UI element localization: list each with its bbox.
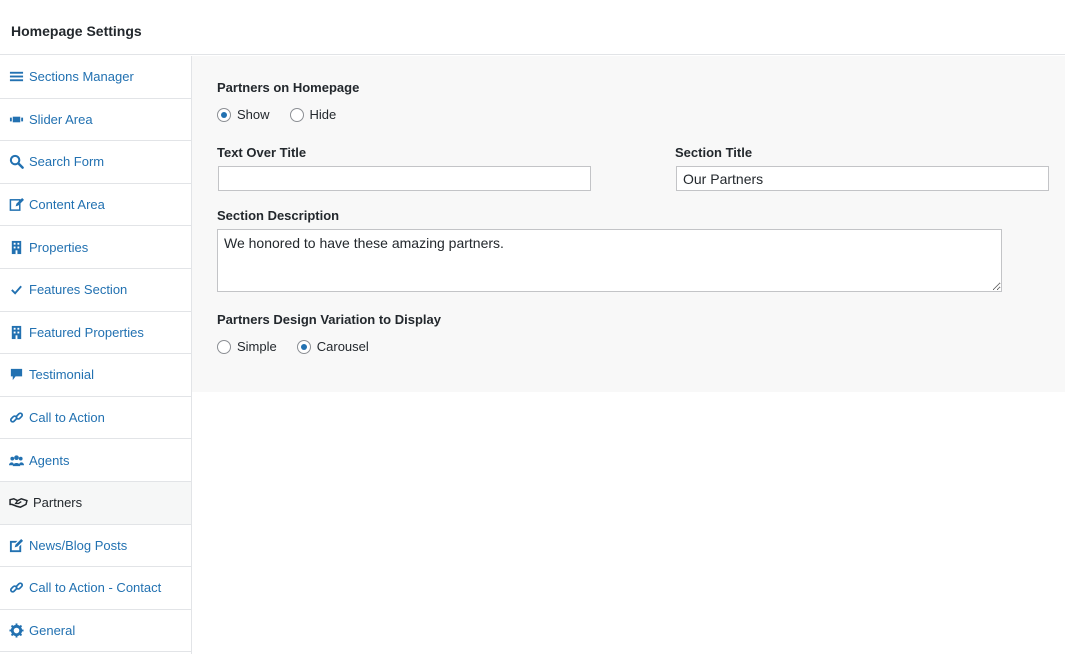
edit-icon (8, 197, 24, 213)
hide-radio[interactable] (289, 107, 304, 122)
sidebar-item-general[interactable]: General (0, 610, 191, 653)
section-description-label: Section Description (217, 208, 340, 223)
sidebar-item-label: Agents (29, 452, 70, 468)
partners-on-homepage-label: Partners on Homepage (217, 80, 360, 95)
sidebar-item-label: Features Section (29, 282, 128, 298)
sidebar-item-label: News/Blog Posts (29, 537, 128, 553)
simple-radio[interactable] (217, 339, 231, 354)
sidebar-item-label: Call to Action - Contact (29, 580, 162, 596)
sidebar-item-properties[interactable]: Properties (0, 226, 191, 269)
sidebar-item-label: Featured Properties (29, 324, 144, 340)
text-over-title-label: Text Over Title (217, 145, 307, 160)
users-icon (8, 452, 24, 468)
search-icon (8, 154, 24, 170)
menu-icon (8, 69, 24, 85)
sidebar-item-content-area[interactable]: Content Area (0, 184, 191, 227)
sidebar-item-featured-properties[interactable]: Featured Properties (0, 312, 191, 355)
design-variation-radio-group: Simple Carousel (217, 339, 389, 354)
show-radio-label: Show (237, 107, 270, 122)
sidebar-nav: Sections Manager Slider Area Search Form… (0, 56, 192, 654)
gear-icon (8, 623, 24, 639)
speech-bubble-icon (8, 367, 24, 383)
page-title: Homepage Settings (11, 23, 142, 39)
building-icon (8, 239, 24, 255)
section-title-label: Section Title (675, 145, 753, 160)
sidebar-item-label: Sections Manager (29, 69, 134, 85)
partners-visibility-radio-group: Show Hide (217, 107, 356, 122)
simple-radio-option[interactable]: Simple (217, 339, 277, 354)
slides-icon (8, 111, 24, 127)
sidebar-item-label: Content Area (29, 197, 105, 213)
carousel-radio-option[interactable]: Carousel (296, 339, 369, 354)
checkmark-icon (8, 282, 24, 298)
show-radio[interactable] (217, 107, 231, 122)
sidebar-item-label: Call to Action (29, 410, 105, 426)
sidebar-item-call-to-action-contact[interactable]: Call to Action - Contact (0, 567, 191, 610)
sidebar-item-call-to-action[interactable]: Call to Action (0, 397, 191, 440)
sidebar-item-label: Partners (33, 495, 83, 511)
sidebar-item-label: Search Form (29, 154, 105, 170)
design-variation-label: Partners Design Variation to Display (217, 312, 441, 327)
show-radio-option[interactable]: Show (217, 107, 270, 122)
sidebar-item-slider-area[interactable]: Slider Area (0, 99, 191, 142)
hide-radio-option[interactable]: Hide (289, 107, 337, 122)
sidebar-item-features-section[interactable]: Features Section (0, 269, 191, 312)
page-header: Homepage Settings (0, 0, 1065, 55)
sidebar-item-label: Slider Area (29, 111, 93, 127)
sidebar-item-agents[interactable]: Agents (0, 439, 191, 482)
sidebar-item-sections-manager[interactable]: Sections Manager (0, 56, 191, 99)
hide-radio-label: Hide (309, 107, 337, 122)
settings-panel: Partners on Homepage Show Hide Text Over… (192, 56, 1065, 392)
handshake-icon (8, 495, 28, 511)
link-icon (8, 410, 24, 426)
section-description-textarea[interactable]: We honored to have these amazing partner… (217, 229, 1002, 292)
sidebar-item-news-blog-posts[interactable]: News/Blog Posts (0, 525, 191, 568)
sidebar-item-label: Properties (29, 239, 89, 255)
carousel-radio-label: Carousel (316, 339, 369, 354)
link-icon (8, 580, 24, 596)
carousel-radio[interactable] (296, 339, 311, 354)
simple-radio-label: Simple (237, 339, 277, 354)
section-title-input[interactable] (676, 166, 1049, 191)
text-over-title-input[interactable] (218, 166, 591, 191)
sidebar-item-label: Testimonial (29, 367, 95, 383)
sidebar-item-testimonial[interactable]: Testimonial (0, 354, 191, 397)
building-icon (8, 324, 24, 340)
sidebar-item-search-form[interactable]: Search Form (0, 141, 191, 184)
sidebar-item-label: General (29, 623, 76, 639)
post-edit-icon (8, 537, 24, 553)
sidebar-item-partners[interactable]: Partners (0, 481, 191, 525)
